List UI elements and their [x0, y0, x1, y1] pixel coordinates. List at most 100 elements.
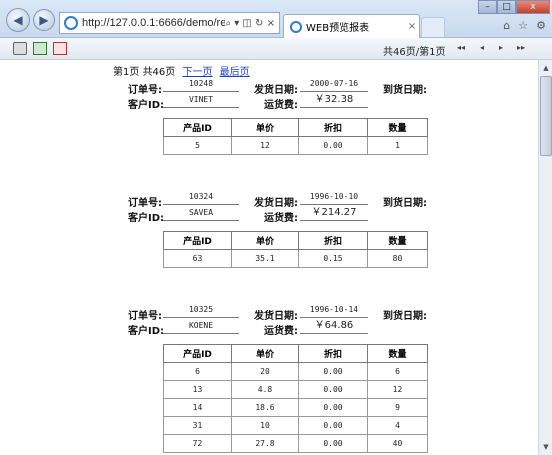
- col-discount: 折扣: [298, 231, 368, 250]
- last-page-icon[interactable]: ▸▸: [517, 43, 525, 52]
- order-items-table: 产品ID 单价 折扣 数量 63 35.1 0.15 80: [163, 231, 428, 268]
- table-row: 13 4.8 0.00 12: [163, 380, 428, 399]
- export-pdf-icon[interactable]: [53, 42, 67, 55]
- report-content: 第1页 共46页 下一页 最后页 订单号: 10248 发货日期: 2000-0…: [0, 60, 538, 455]
- vertical-scrollbar[interactable]: ▲ ▼: [538, 60, 552, 455]
- forward-arrow-icon: ▶: [39, 13, 49, 27]
- settings-gear-icon[interactable]: ⚙: [536, 19, 546, 32]
- customer-id-label: 客户ID:: [128, 100, 165, 111]
- browser-window: ◀ ▶ http://127.0.0.1:6666/demo/reportJsp…: [0, 0, 552, 455]
- home-icon[interactable]: ⌂: [503, 19, 510, 32]
- order-no-label: 订单号:: [128, 85, 162, 96]
- cell-discount: 0.00: [298, 434, 368, 453]
- scroll-down-icon[interactable]: ▼: [540, 441, 552, 453]
- cell-discount: 0.15: [298, 249, 368, 268]
- table-header-row: 产品ID 单价 折扣 数量: [163, 231, 428, 250]
- cell-product-id: 72: [163, 434, 232, 453]
- table-row: 31 10 0.00 4: [163, 416, 428, 435]
- cell-quantity: 80: [367, 249, 428, 268]
- cell-price: 20: [231, 362, 299, 381]
- prev-page-icon[interactable]: ◂: [480, 43, 484, 52]
- cell-quantity: 12: [367, 380, 428, 399]
- col-quantity: 数量: [367, 231, 428, 250]
- report-toolbar: 共46页/第1页 ◂◂ ◂ ▸ ▸▸: [0, 38, 552, 60]
- freight-value: ￥214.27: [300, 207, 368, 221]
- next-page-link[interactable]: 下一页: [182, 67, 212, 78]
- window-controls: – □ x: [478, 0, 550, 14]
- pager-total: 共46页: [142, 67, 176, 78]
- order-no-value: 10324: [163, 191, 239, 205]
- scrollbar-thumb[interactable]: [540, 76, 552, 156]
- arrive-date-label: 到货日期:: [383, 85, 427, 96]
- cell-price: 12: [231, 136, 299, 155]
- customer-id-value: SAVEA: [163, 207, 239, 221]
- first-page-icon[interactable]: ◂◂: [457, 43, 465, 52]
- back-arrow-icon: ◀: [13, 13, 23, 27]
- cell-discount: 0.00: [298, 380, 368, 399]
- forward-button[interactable]: ▶: [33, 9, 55, 31]
- print-icon[interactable]: [13, 42, 27, 55]
- freight-label: 运货费:: [264, 213, 298, 224]
- last-page-link[interactable]: 最后页: [220, 67, 250, 78]
- arrive-date-label: 到货日期:: [383, 311, 427, 322]
- pager-current: 第1页: [113, 67, 140, 78]
- col-discount: 折扣: [298, 118, 368, 137]
- table-row: 5 12 0.00 1: [163, 136, 428, 155]
- ie-page-icon: [64, 16, 78, 30]
- minimize-button[interactable]: –: [478, 0, 497, 14]
- cell-product-id: 63: [163, 249, 232, 268]
- customer-id-value: KOENE: [163, 320, 239, 334]
- col-price: 单价: [231, 118, 299, 137]
- cell-product-id: 6: [163, 362, 232, 381]
- cell-price: 35.1: [231, 249, 299, 268]
- cell-discount: 0.00: [298, 362, 368, 381]
- tab-web-report[interactable]: WEB预览报表 ×: [283, 14, 420, 38]
- freight-value: ￥64.86: [300, 320, 368, 334]
- cell-quantity: 4: [367, 416, 428, 435]
- export-excel-icon[interactable]: [33, 42, 47, 55]
- table-row: 72 27.8 0.00 40: [163, 434, 428, 453]
- order-no-value: 10325: [163, 304, 239, 318]
- ship-date-value: 1996-10-14: [300, 304, 368, 318]
- maximize-button[interactable]: □: [497, 0, 516, 14]
- cell-quantity: 1: [367, 136, 428, 155]
- back-button[interactable]: ◀: [6, 8, 30, 32]
- ship-date-value: 2000-07-16: [300, 78, 368, 92]
- order-no-value: 10248: [163, 78, 239, 92]
- address-bar[interactable]: http://127.0.0.1:6666/demo/reportJsp ⌕ ▾…: [59, 12, 280, 34]
- cell-product-id: 31: [163, 416, 232, 435]
- address-tools-icons[interactable]: ⌕ ▾ ◫ ↻ ×: [225, 18, 279, 29]
- cell-quantity: 6: [367, 362, 428, 381]
- favorites-star-icon[interactable]: ☆: [518, 19, 528, 32]
- order-items-table: 产品ID 单价 折扣 数量 5 12 0.00 1: [163, 118, 428, 155]
- col-quantity: 数量: [367, 344, 428, 363]
- table-row: 63 35.1 0.15 80: [163, 249, 428, 268]
- scroll-up-icon[interactable]: ▲: [540, 62, 552, 74]
- table-row: 6 20 0.00 6: [163, 362, 428, 381]
- ship-date-label: 发货日期:: [254, 198, 298, 209]
- cell-discount: 0.00: [298, 136, 368, 155]
- freight-label: 运货费:: [264, 100, 298, 111]
- table-header-row: 产品ID 单价 折扣 数量: [163, 118, 428, 137]
- customer-id-label: 客户ID:: [128, 213, 165, 224]
- cell-product-id: 13: [163, 380, 232, 399]
- cell-price: 4.8: [231, 380, 299, 399]
- ship-date-value: 1996-10-10: [300, 191, 368, 205]
- new-tab-button[interactable]: [421, 17, 445, 37]
- col-product-id: 产品ID: [163, 231, 232, 250]
- cell-price: 18.6: [231, 398, 299, 417]
- customer-id-label: 客户ID:: [128, 326, 165, 337]
- order-no-label: 订单号:: [128, 311, 162, 322]
- next-page-icon[interactable]: ▸: [499, 43, 503, 52]
- browser-icons: ⌂ ☆ ⚙: [503, 19, 546, 32]
- col-product-id: 产品ID: [163, 118, 232, 137]
- browser-chrome: ◀ ▶ http://127.0.0.1:6666/demo/reportJsp…: [0, 0, 552, 38]
- tab-ie-icon: [290, 20, 302, 33]
- cell-product-id: 5: [163, 136, 232, 155]
- col-price: 单价: [231, 231, 299, 250]
- close-window-button[interactable]: x: [516, 0, 550, 14]
- freight-label: 运货费:: [264, 326, 298, 337]
- tab-close-icon[interactable]: ×: [405, 21, 419, 32]
- address-url[interactable]: http://127.0.0.1:6666/demo/reportJsp: [82, 17, 225, 29]
- customer-id-value: VINET: [163, 94, 239, 108]
